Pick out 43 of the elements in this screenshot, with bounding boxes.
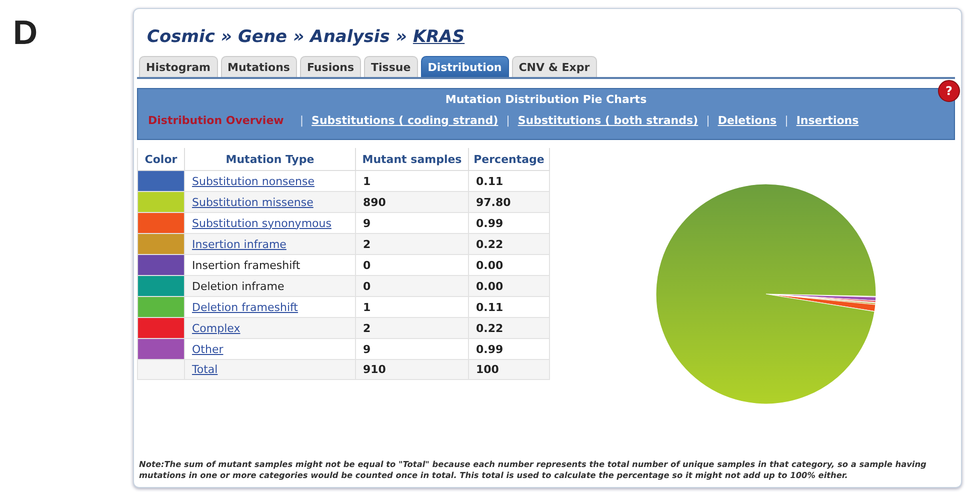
- breadcrumb-item: Gene: [238, 27, 288, 47]
- table-cell: 890: [356, 192, 468, 212]
- mutation-link[interactable]: Total: [192, 363, 218, 376]
- table-cell: 2: [356, 234, 468, 254]
- breadcrumb-link[interactable]: KRAS: [412, 27, 465, 47]
- separator: |: [506, 114, 510, 127]
- column-header: Color: [138, 148, 184, 170]
- mutation-link[interactable]: Other: [192, 342, 224, 356]
- table-cell: 0: [356, 276, 468, 296]
- tab[interactable]: Mutations: [220, 56, 297, 77]
- table-cell: Deletion inframe: [184, 276, 356, 296]
- column-header: Percentage: [468, 148, 550, 170]
- separator: |: [784, 114, 788, 127]
- table-cell: 2: [356, 318, 468, 338]
- tab[interactable]: Histogram: [139, 56, 218, 77]
- column-header: Mutant samples: [356, 148, 468, 170]
- separator: |: [706, 114, 710, 127]
- help-button[interactable]: ?: [938, 80, 960, 102]
- tab[interactable]: Distribution: [420, 56, 509, 77]
- chart-link[interactable]: Deletions: [718, 114, 777, 127]
- tab[interactable]: Fusions: [300, 56, 362, 77]
- breadcrumb-item: Cosmic: [147, 27, 215, 47]
- chart-link[interactable]: Insertions: [796, 114, 859, 127]
- note-text: Note:The sum of mutant samples might not be equal to "Total" because each number represents the total number of unique samples in that category, so a sample having mutations in one or more categories would be counted once in total. This total is used to calculate the percentage so it might not add up to 100% either.: [138, 459, 928, 481]
- table-cell: 910: [356, 360, 468, 380]
- breadcrumb-separator: »: [396, 27, 407, 47]
- table-cell: 0.00: [468, 276, 550, 296]
- breadcrumb-item: Analysis: [310, 27, 390, 47]
- table-cell: 100: [468, 360, 550, 380]
- tab[interactable]: CNV & Expr: [512, 56, 597, 77]
- figure-label: D: [12, 13, 39, 53]
- table-cell: 97.80: [468, 192, 550, 212]
- panel-title: Mutation Distribution Pie Charts: [445, 93, 647, 106]
- table-cell: 0.22: [468, 318, 550, 338]
- chart-link[interactable]: Substitutions ( coding strand): [312, 114, 498, 127]
- table-cell: 0.22: [468, 234, 550, 254]
- breadcrumb-separator: »: [293, 27, 304, 47]
- separator: |: [300, 114, 304, 127]
- breadcrumb-separator: »: [220, 27, 232, 47]
- chart-link[interactable]: Substitutions ( both strands): [518, 114, 698, 127]
- column-header: Mutation Type: [184, 148, 356, 170]
- tab[interactable]: Tissue: [364, 56, 418, 77]
- mutation-link[interactable]: Complex: [192, 322, 240, 334]
